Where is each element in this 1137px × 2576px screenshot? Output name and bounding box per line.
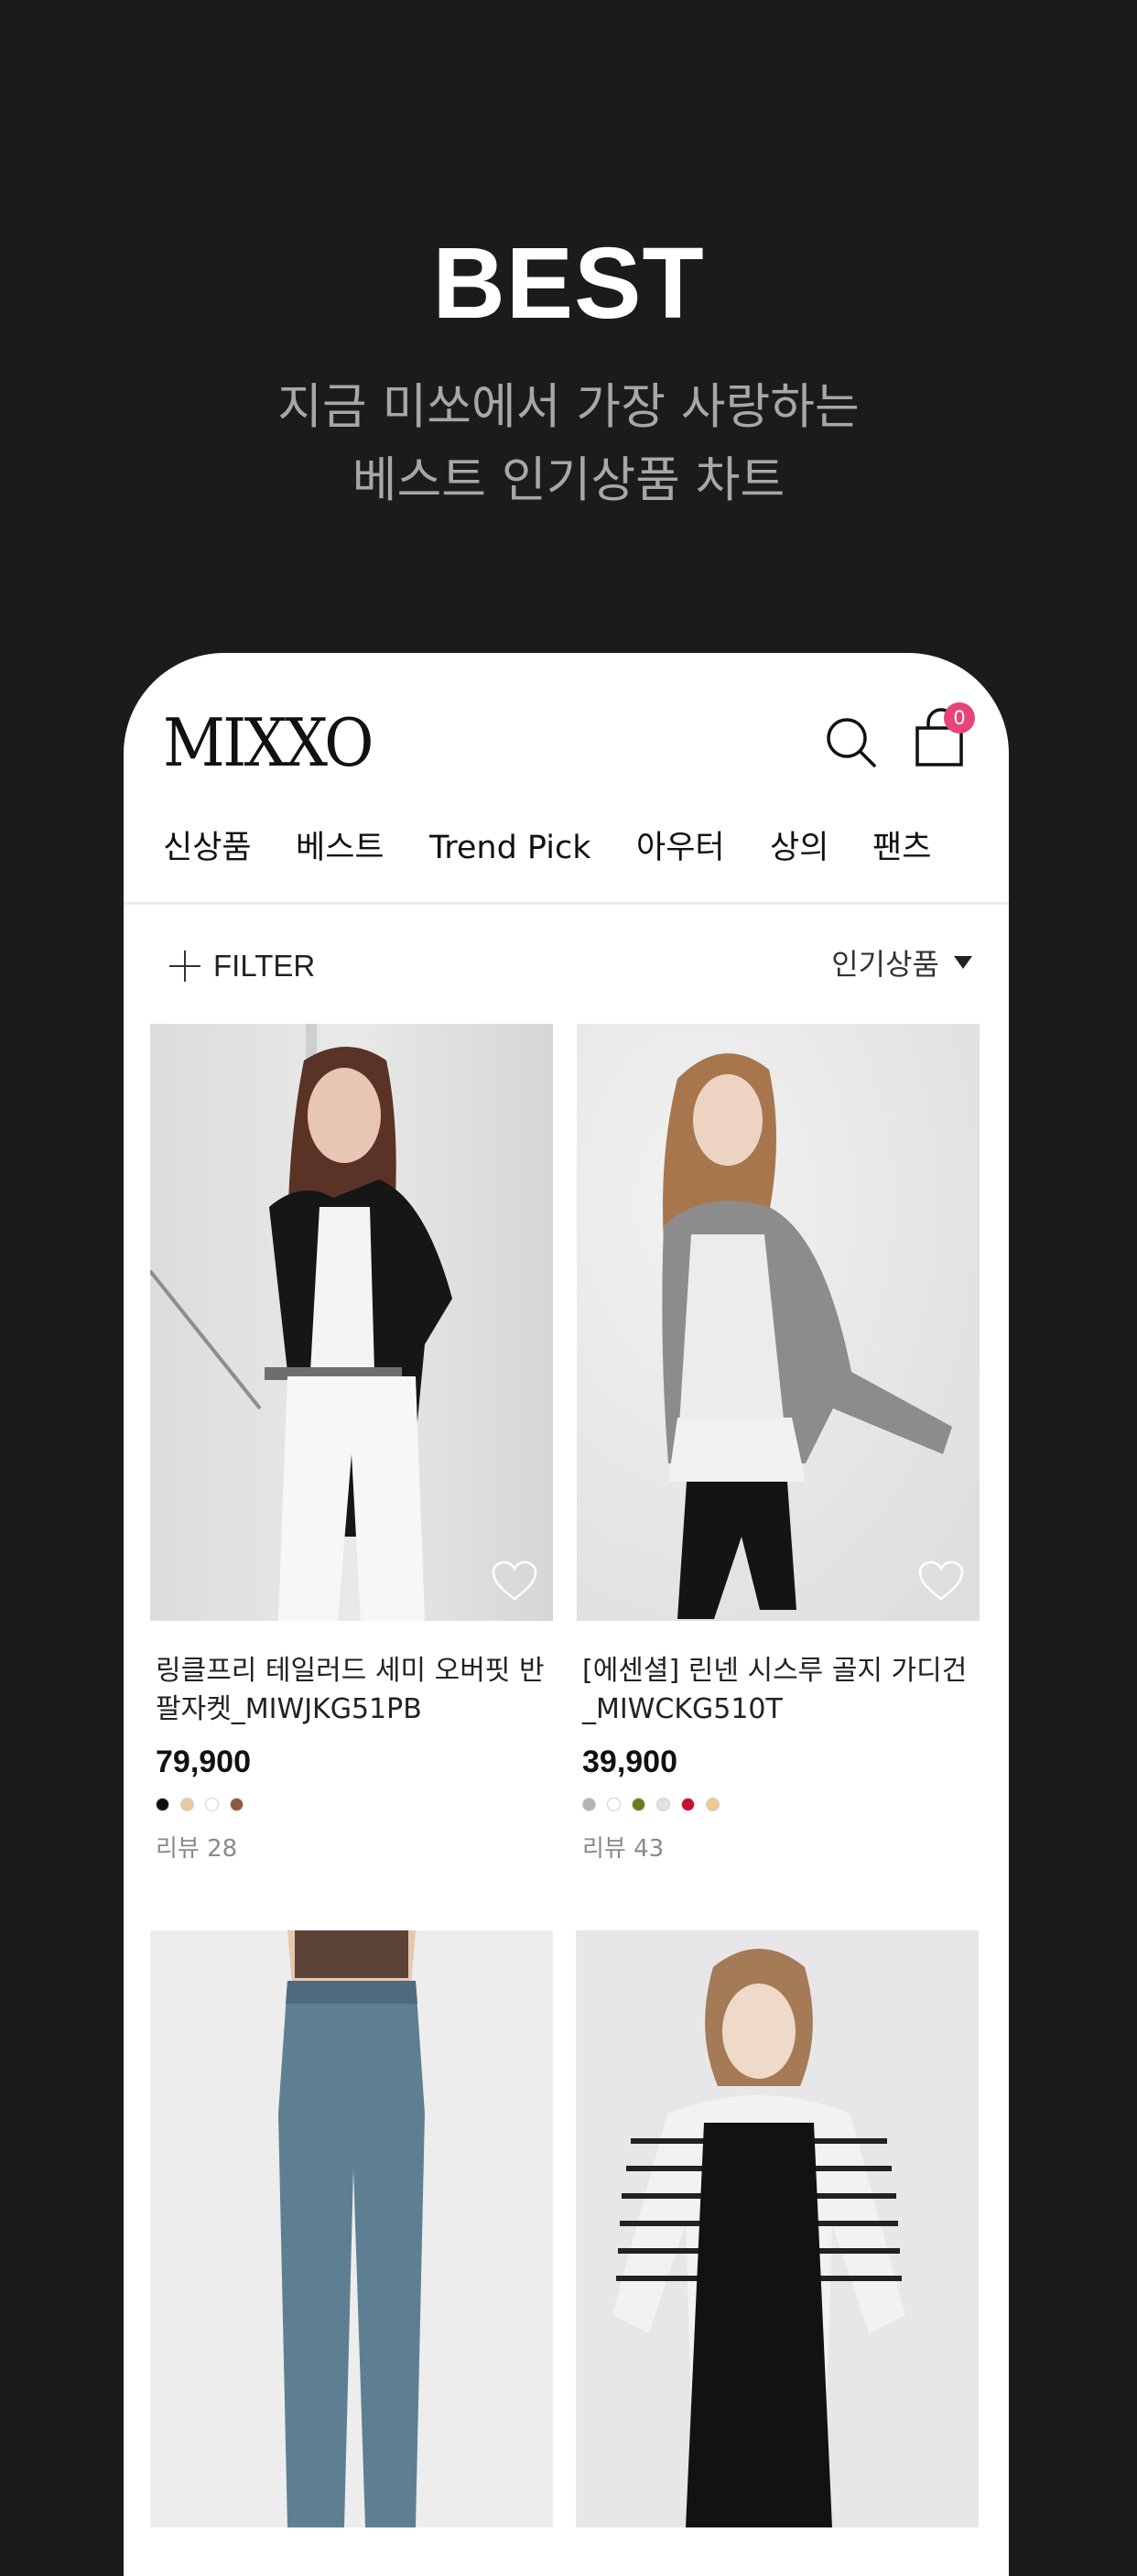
review-count: 리뷰 43: [582, 1835, 665, 1863]
product-name[interactable]: [에센셜] 린넨 시스루 골지 가디건 _MIWCKG510T: [582, 1652, 985, 1729]
product-image[interactable]: [577, 1024, 980, 1621]
color-swatch: [681, 1798, 695, 1811]
product-image[interactable]: [150, 1024, 553, 1621]
color-swatch: [632, 1798, 645, 1811]
product-photo: [576, 1930, 979, 2527]
product-photo: [577, 1024, 980, 1621]
search-icon: [827, 718, 876, 767]
category-nav: 신상품 베스트 Trend Pick 아우터 상의 팬츠: [124, 821, 1009, 875]
product-name-line2: _MIWCKG510T: [582, 1693, 783, 1725]
filter-label: FILTER: [213, 949, 316, 983]
product-image[interactable]: [150, 1930, 553, 2527]
product-price: 79,900: [156, 1745, 251, 1779]
promo-subtitle-line1: 지금 미쏘에서 가장 사랑하는: [277, 379, 860, 435]
color-swatches: [582, 1798, 720, 1811]
product-price: 39,900: [582, 1745, 677, 1779]
wishlist-heart-icon[interactable]: [491, 1560, 538, 1603]
product-photo: [150, 1024, 553, 1621]
plus-icon: [169, 951, 200, 982]
color-swatch: [180, 1798, 194, 1811]
search-button[interactable]: [824, 715, 879, 770]
color-swatch: [156, 1798, 169, 1811]
promo-subtitle-line2: 베스트 인기상품 차트: [352, 452, 785, 508]
product-name-line2: 팔자켓_MIWJKG51PB: [156, 1693, 422, 1725]
product-name-line1: 링클프리 테일러드 세미 오버핏 반: [156, 1655, 545, 1687]
nav-item-outer[interactable]: 아우터: [636, 821, 725, 875]
sort-dropdown[interactable]: 인기상품: [831, 935, 972, 990]
nav-divider: [124, 902, 1009, 905]
cart-button[interactable]: 0: [913, 702, 975, 772]
color-swatch: [230, 1798, 244, 1811]
color-swatch: [656, 1798, 670, 1811]
caret-down-icon: [954, 956, 972, 969]
nav-item-best[interactable]: 베스트: [296, 821, 384, 875]
color-swatch: [582, 1798, 596, 1811]
color-swatch: [706, 1798, 720, 1811]
sort-label: 인기상품: [831, 947, 939, 982]
product-name[interactable]: 링클프리 테일러드 세미 오버핏 반 팔자켓_MIWJKG51PB: [156, 1652, 558, 1729]
brand-logo[interactable]: MIXXO: [163, 706, 374, 779]
color-swatch: [205, 1798, 219, 1811]
review-count: 리뷰 28: [156, 1835, 238, 1863]
product-name-line1: [에센셜] 린넨 시스루 골지 가디건: [582, 1655, 968, 1687]
promo-subtitle: 지금 미쏘에서 가장 사랑하는 베스트 인기상품 차트: [0, 371, 1137, 517]
cart-count-badge: 0: [944, 702, 975, 734]
filter-button[interactable]: FILTER: [169, 939, 315, 994]
nav-item-trend-pick[interactable]: Trend Pick: [429, 821, 591, 875]
phone-frame: MIXXO 0 신상품 베스트 Trend Pick 아우터 상의 팬츠 FIL…: [124, 653, 1009, 2576]
promo-title: BEST: [432, 227, 705, 340]
wishlist-heart-icon[interactable]: [917, 1560, 965, 1603]
nav-item-new[interactable]: 신상품: [163, 821, 252, 875]
color-swatches: [156, 1798, 244, 1811]
color-swatch: [607, 1798, 621, 1811]
nav-item-top[interactable]: 상의: [770, 821, 828, 875]
nav-item-pants[interactable]: 팬츠: [872, 821, 931, 875]
product-photo: [150, 1930, 553, 2527]
product-image[interactable]: [576, 1930, 979, 2527]
